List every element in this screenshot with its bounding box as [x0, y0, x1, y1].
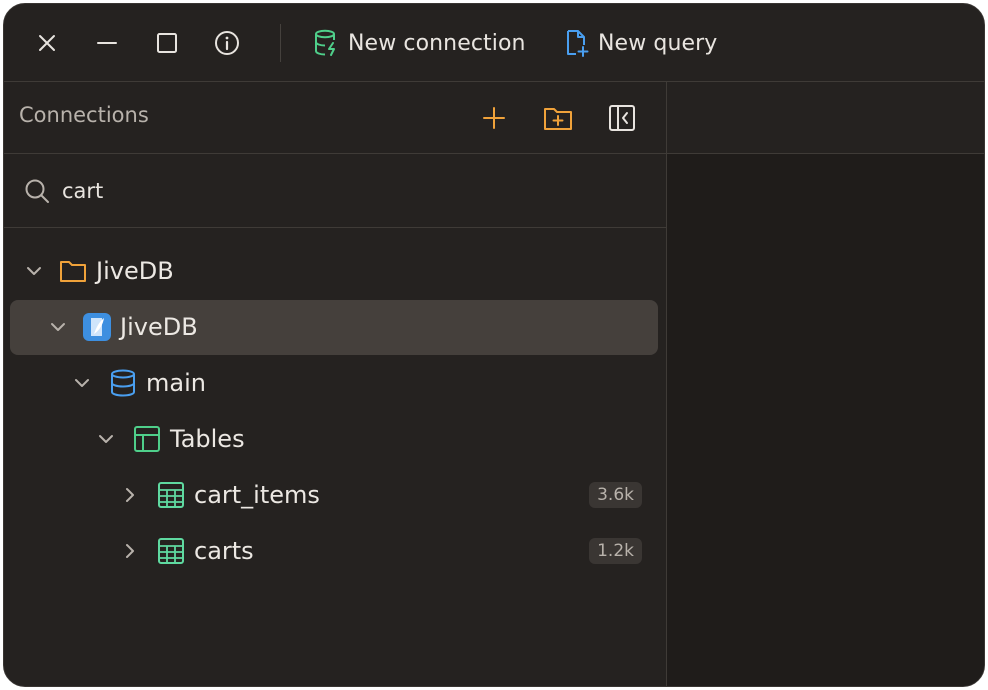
titlebar-divider [280, 24, 281, 62]
tree-item-tables-group[interactable]: Tables [10, 412, 658, 467]
search-icon [25, 179, 49, 203]
tree-item-connection[interactable]: JiveDB [10, 300, 658, 355]
minimize-icon [97, 42, 117, 44]
chevron-down-icon[interactable] [24, 261, 44, 281]
close-icon [39, 35, 55, 51]
table-icon [158, 482, 184, 508]
new-connection-button[interactable]: New connection [314, 26, 526, 60]
tree-item-folder[interactable]: JiveDB [10, 244, 658, 299]
collapse-sidebar-button[interactable] [606, 102, 638, 134]
row-count-badge: 3.6k [589, 482, 642, 508]
chevron-down-icon[interactable] [96, 429, 116, 449]
tree-item-database[interactable]: main [10, 356, 658, 411]
info-icon [215, 31, 239, 55]
sqlite-connection-icon [83, 313, 111, 341]
search-input[interactable] [62, 174, 622, 208]
search-bar [4, 154, 666, 228]
add-connection-button[interactable] [478, 102, 510, 134]
table-icon [158, 538, 184, 564]
plus-icon [483, 107, 505, 129]
row-count-badge: 1.2k [589, 538, 642, 564]
tree-item-label: JiveDB [96, 257, 174, 285]
collapse-sidebar-icon [609, 105, 635, 131]
database-bolt-icon [315, 29, 335, 56]
editor-area [667, 154, 984, 686]
new-query-button[interactable]: New query [564, 26, 717, 60]
chevron-down-icon[interactable] [72, 373, 92, 393]
maximize-icon [157, 33, 177, 53]
close-button[interactable] [32, 28, 62, 58]
chevron-down-icon[interactable] [48, 317, 68, 337]
table-group-icon [134, 426, 160, 452]
database-icon [111, 369, 135, 397]
app-window: New connection New query Connections car… [3, 3, 985, 687]
minimize-button[interactable] [92, 28, 122, 58]
file-plus-icon [567, 30, 589, 57]
connections-sidebar: Connections cart JiveDB JiveDB main Tabl… [4, 82, 667, 686]
tree-item-label: JiveDB [120, 313, 198, 341]
new-folder-button[interactable] [542, 102, 574, 134]
tree-item-label: Tables [170, 425, 245, 453]
folder-icon [60, 261, 86, 282]
sidebar-title: Connections [19, 103, 149, 127]
new-query-label: New query [598, 30, 718, 56]
title-bar: New connection New query [4, 4, 984, 82]
tree-item-label: cart_items [194, 481, 320, 509]
folder-plus-icon [544, 108, 572, 130]
info-button[interactable] [212, 28, 242, 58]
tree-item-label: carts [194, 537, 254, 565]
chevron-right-icon[interactable] [120, 541, 140, 561]
chevron-right-icon[interactable] [120, 485, 140, 505]
editor-tab-bar [667, 82, 984, 154]
sidebar-header: Connections [4, 82, 666, 154]
tree-item-label: main [146, 369, 206, 397]
maximize-button[interactable] [152, 28, 182, 58]
tree-item-table[interactable]: carts 1.2k [10, 524, 658, 579]
new-connection-label: New connection [348, 30, 526, 56]
tree-item-table[interactable]: cart_items 3.6k [10, 468, 658, 523]
